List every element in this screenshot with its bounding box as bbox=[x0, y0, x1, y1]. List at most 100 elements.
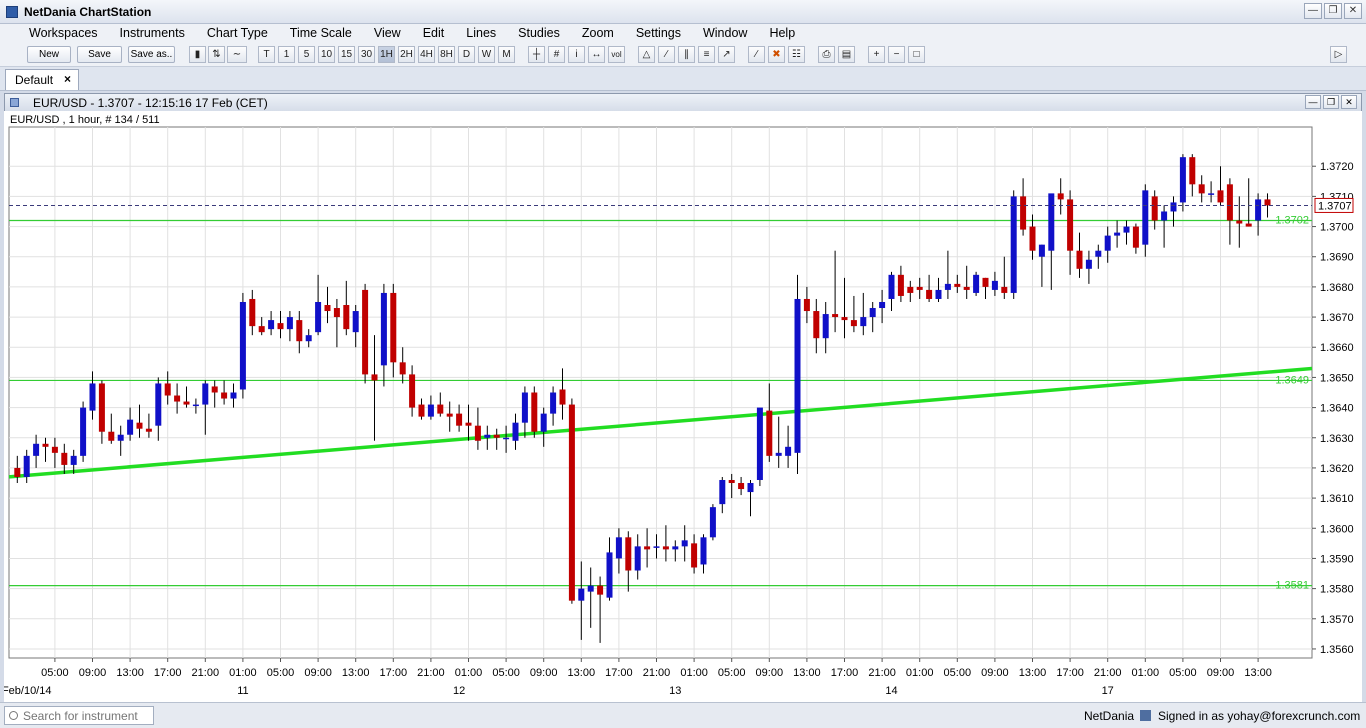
fibonacci-tool-icon[interactable]: ≡ bbox=[698, 46, 715, 63]
minimize-icon[interactable]: — bbox=[1304, 3, 1322, 19]
interval-m[interactable]: M bbox=[498, 46, 515, 63]
grid-icon[interactable]: # bbox=[548, 46, 565, 63]
candlestick-chart-icon[interactable]: ▮ bbox=[189, 46, 206, 63]
chart-window-icon bbox=[10, 98, 19, 107]
bear-candle bbox=[174, 395, 181, 402]
interval-1h[interactable]: 1H bbox=[378, 46, 395, 63]
interval-8h[interactable]: 8H bbox=[438, 46, 455, 63]
menu-window[interactable]: Window bbox=[692, 24, 758, 43]
bear-candle bbox=[362, 289, 369, 375]
zoom-out-icon[interactable]: − bbox=[888, 46, 905, 63]
scroll-arrows-icon[interactable]: ↔ bbox=[588, 46, 605, 63]
connection-status-icon bbox=[1140, 710, 1151, 721]
x-tick-label: 17:00 bbox=[605, 667, 633, 679]
y-tick-label: 1.3610 bbox=[1320, 493, 1354, 505]
bull-candle bbox=[239, 301, 246, 390]
bull-candle bbox=[427, 404, 434, 417]
bear-candle bbox=[249, 298, 256, 327]
bull-candle bbox=[33, 443, 40, 456]
bull-candle bbox=[634, 546, 641, 571]
bull-candle bbox=[1161, 211, 1168, 221]
interval-15[interactable]: 15 bbox=[338, 46, 355, 63]
bear-candle bbox=[14, 467, 21, 477]
interval-w[interactable]: W bbox=[478, 46, 495, 63]
interval-1[interactable]: 1 bbox=[278, 46, 295, 63]
bull-candle bbox=[540, 413, 547, 432]
new-button[interactable]: New bbox=[27, 46, 71, 63]
bull-candle bbox=[794, 298, 801, 453]
properties-icon[interactable]: ☷ bbox=[788, 46, 805, 63]
bull-candle bbox=[785, 446, 792, 456]
chart-close-icon[interactable]: ✕ bbox=[1341, 95, 1357, 109]
bear-candle bbox=[813, 311, 820, 339]
menu-view[interactable]: View bbox=[363, 24, 412, 43]
menu-settings[interactable]: Settings bbox=[625, 24, 692, 43]
search-input[interactable] bbox=[23, 708, 151, 723]
line-color-icon[interactable]: ∕ bbox=[748, 46, 765, 63]
panel-toggle-icon[interactable]: ▷ bbox=[1330, 46, 1347, 63]
interval-2h[interactable]: 2H bbox=[398, 46, 415, 63]
x-tick-label: 01:00 bbox=[1132, 667, 1160, 679]
bull-candle bbox=[578, 588, 585, 601]
bar-chart-icon[interactable]: ⇅ bbox=[208, 46, 225, 63]
x-tick-label: 05:00 bbox=[944, 667, 972, 679]
save-button[interactable]: Save bbox=[77, 46, 122, 63]
volume-button[interactable]: vol bbox=[608, 46, 625, 63]
bear-candle bbox=[1236, 220, 1243, 224]
bell-icon[interactable]: △ bbox=[638, 46, 655, 63]
trendline-tool-icon[interactable]: ∕ bbox=[658, 46, 675, 63]
workspace-tabbar: Default × bbox=[0, 67, 1366, 91]
x-tick-label: 05:00 bbox=[718, 667, 746, 679]
instrument-search[interactable] bbox=[4, 706, 154, 725]
interval-5[interactable]: 5 bbox=[298, 46, 315, 63]
chart-restore-icon[interactable]: ❐ bbox=[1323, 95, 1339, 109]
menu-studies[interactable]: Studies bbox=[507, 24, 571, 43]
date-label: 11 bbox=[237, 685, 248, 697]
interval-t[interactable]: T bbox=[258, 46, 275, 63]
interval-30[interactable]: 30 bbox=[358, 46, 375, 63]
cursor-tool-icon[interactable]: ↗ bbox=[718, 46, 735, 63]
zoom-in-icon[interactable]: + bbox=[868, 46, 885, 63]
tab-default[interactable]: Default × bbox=[5, 69, 79, 90]
menu-instruments[interactable]: Instruments bbox=[109, 24, 196, 43]
x-tick-label: 05:00 bbox=[267, 667, 295, 679]
menu-help[interactable]: Help bbox=[758, 24, 806, 43]
bear-candle bbox=[221, 392, 228, 399]
bull-candle bbox=[70, 455, 77, 465]
y-tick-label: 1.3720 bbox=[1320, 161, 1354, 173]
info-icon[interactable]: i bbox=[568, 46, 585, 63]
x-tick-label: 17:00 bbox=[1056, 667, 1084, 679]
print-preview-icon[interactable]: ▤ bbox=[838, 46, 855, 63]
tab-close-icon[interactable]: × bbox=[64, 72, 71, 86]
bear-candle bbox=[954, 283, 961, 287]
restore-icon[interactable]: ❐ bbox=[1324, 3, 1342, 19]
y-tick-label: 1.3660 bbox=[1320, 342, 1354, 354]
price-chart[interactable]: EUR/USD , 1 hour, # 134 / 511 1.3702 1.36… bbox=[4, 111, 1362, 702]
bull-candle bbox=[869, 308, 876, 318]
channel-tool-icon[interactable]: ∥ bbox=[678, 46, 695, 63]
interval-d[interactable]: D bbox=[458, 46, 475, 63]
save-as-button[interactable]: Save as.. bbox=[128, 46, 175, 63]
menu-time-scale[interactable]: Time Scale bbox=[279, 24, 363, 43]
menu-edit[interactable]: Edit bbox=[412, 24, 456, 43]
line-value-label: 1.3649 bbox=[1275, 374, 1309, 386]
chart-info-label: EUR/USD , 1 hour, # 134 / 511 bbox=[10, 114, 160, 126]
bear-candle bbox=[61, 452, 68, 465]
chart-minimize-icon[interactable]: — bbox=[1305, 95, 1321, 109]
close-icon[interactable]: ✕ bbox=[1344, 3, 1362, 19]
crosshair-icon[interactable]: ┼ bbox=[528, 46, 545, 63]
menu-chart-type[interactable]: Chart Type bbox=[196, 24, 279, 43]
print-icon[interactable]: ⎙ bbox=[818, 46, 835, 63]
interval-10[interactable]: 10 bbox=[318, 46, 335, 63]
bull-candle bbox=[1179, 157, 1186, 203]
interval-4h[interactable]: 4H bbox=[418, 46, 435, 63]
app-logo-icon bbox=[6, 6, 18, 18]
zoom-reset-icon[interactable]: □ bbox=[908, 46, 925, 63]
menu-zoom[interactable]: Zoom bbox=[571, 24, 625, 43]
x-tick-label: 05:00 bbox=[492, 667, 520, 679]
menu-lines[interactable]: Lines bbox=[455, 24, 507, 43]
line-chart-icon[interactable]: ∼ bbox=[227, 46, 247, 63]
bear-candle bbox=[963, 286, 970, 290]
menu-workspaces[interactable]: Workspaces bbox=[18, 24, 109, 43]
delete-line-icon[interactable]: ✖ bbox=[768, 46, 785, 63]
